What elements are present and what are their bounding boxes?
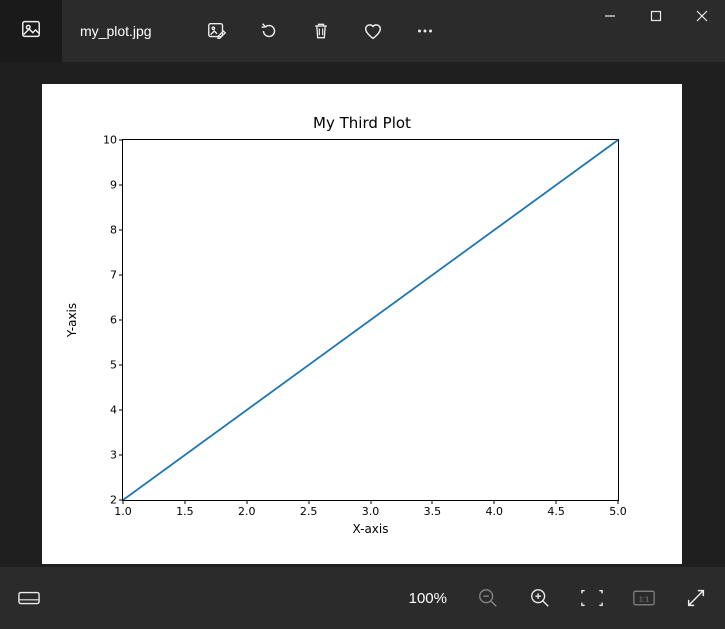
favorite-button[interactable]	[362, 20, 384, 42]
fullscreen-button[interactable]	[685, 587, 707, 609]
fit-to-screen-button[interactable]	[581, 587, 603, 609]
svg-text:1:1: 1:1	[639, 594, 650, 603]
delete-button[interactable]	[310, 20, 332, 42]
app-icon-block	[0, 0, 62, 62]
edit-image-button[interactable]	[206, 20, 228, 42]
actual-size-button[interactable]: 1:1	[633, 587, 655, 609]
chart-line-series	[123, 140, 618, 500]
footer-bar: 100% 1:1	[0, 567, 725, 629]
rotate-button[interactable]	[258, 20, 280, 42]
file-name: my_plot.jpg	[62, 0, 174, 62]
chart-y-axis-label: Y-axis	[65, 303, 79, 337]
chart-axes-area: X-axis Y-axis 23456789101.01.52.02.53.03…	[122, 139, 619, 501]
window-controls	[587, 0, 725, 62]
displayed-image: My Third Plot X-axis Y-axis 23456789101.…	[42, 84, 682, 564]
file-name-text: my_plot.jpg	[80, 23, 152, 39]
maximize-button[interactable]	[633, 0, 679, 32]
minimize-button[interactable]	[587, 0, 633, 32]
zoom-out-button[interactable]	[477, 587, 499, 609]
filmstrip-toggle-button[interactable]	[18, 587, 40, 609]
image-app-icon	[20, 18, 42, 45]
zoom-in-button[interactable]	[529, 587, 551, 609]
zoom-level-label: 100%	[409, 590, 447, 607]
close-button[interactable]	[679, 0, 725, 32]
toolbar	[174, 0, 436, 62]
more-button[interactable]	[414, 20, 436, 42]
chart-title: My Third Plot	[42, 114, 682, 132]
image-viewport[interactable]: My Third Plot X-axis Y-axis 23456789101.…	[0, 62, 725, 567]
titlebar: my_plot.jpg	[0, 0, 725, 62]
